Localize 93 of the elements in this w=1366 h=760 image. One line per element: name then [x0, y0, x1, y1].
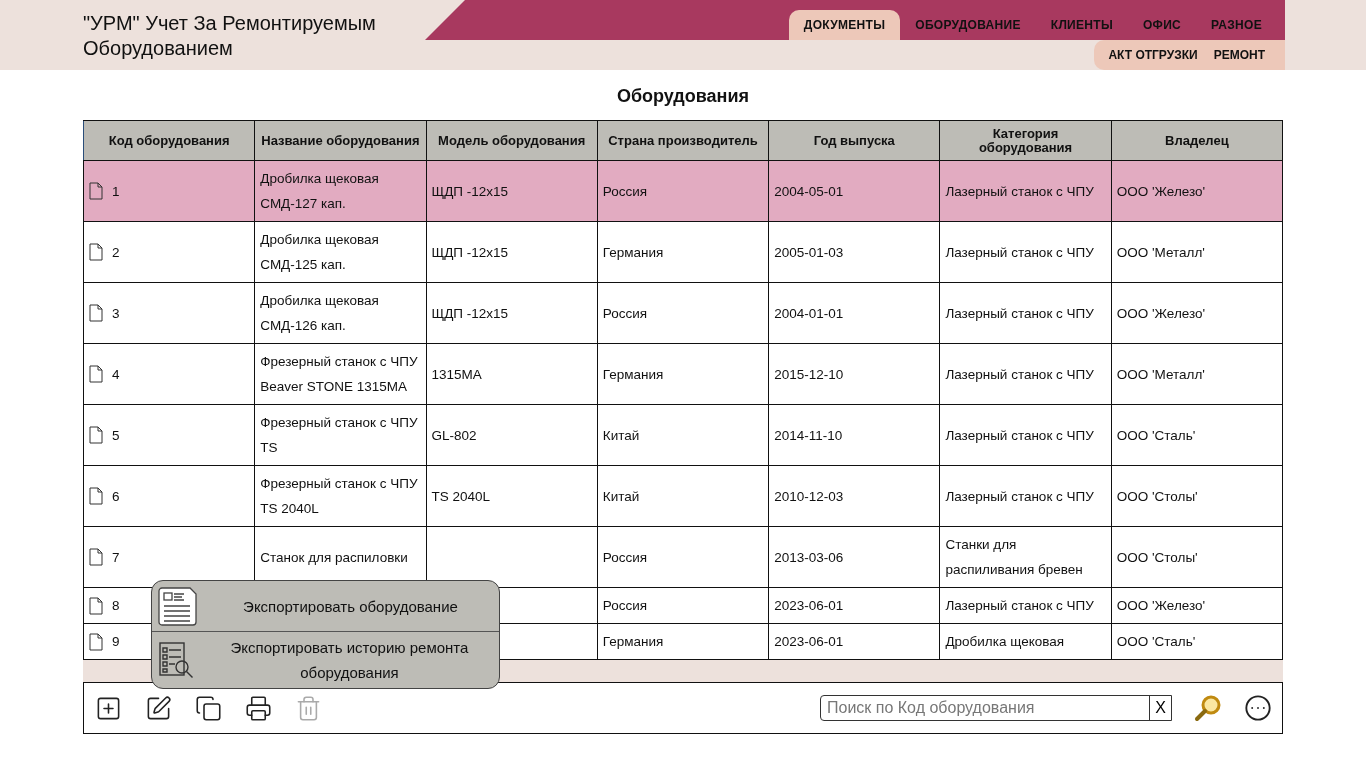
table-cell: Германия	[602, 366, 664, 382]
table-cell: 2014-11-10	[774, 427, 843, 443]
table-cell-text: 2	[112, 243, 120, 262]
column-header: Название оборудования	[254, 120, 427, 161]
table-cell: Лазерный станок с ЧПУ	[945, 305, 1094, 321]
table-cell: Лазерный станок с ЧПУ	[945, 244, 1094, 260]
table-cell: Китай	[602, 488, 640, 504]
table-cell-text: 8	[112, 597, 120, 615]
table-cell: ООО 'Сталь'	[1116, 634, 1196, 649]
table-cell-text: 4	[112, 365, 120, 384]
table-cell: GL-802	[431, 427, 477, 443]
table-cell: ООО 'Железо'	[1116, 598, 1206, 613]
table-row[interactable]: 1 Дробилка щековая СМД-127 кап. ЩДП -12х15 Россия 2004-05-01 Лазерный станок с ЧПУ ООО 'Железо'	[83, 160, 1283, 222]
document-icon	[89, 487, 103, 505]
table-cell-text: 5	[112, 426, 120, 445]
column-header: Модель оборудования	[426, 120, 598, 161]
table-cell: 2005-01-03	[774, 244, 844, 260]
table-cell: Дробилка щековая СМД-126 кап.	[260, 293, 379, 333]
table-cell: TS 2040L	[431, 488, 491, 504]
document-icon	[89, 426, 103, 444]
column-header: Год выпуска	[768, 120, 940, 161]
table-cell-text: 6	[112, 487, 120, 506]
document-icon	[89, 632, 103, 651]
table-cell: Россия	[602, 305, 648, 321]
table-cell: ООО 'Сталь'	[1116, 427, 1196, 443]
table-cell: Лазерный станок с ЧПУ	[945, 488, 1094, 504]
table-row[interactable]: 3 Дробилка щековая СМД-126 кап. ЩДП -12х15 Россия 2004-01-01 Лазерный станок с ЧПУ ООО 'Железо'	[83, 282, 1283, 344]
column-header: Владелец	[1111, 120, 1283, 161]
table-cell: ООО 'Железо'	[1116, 305, 1206, 321]
table-cell: Лазерный станок с ЧПУ	[945, 366, 1094, 382]
search-icon[interactable]	[1194, 694, 1222, 722]
table-cell: Фрезерный станок с ЧПУ TS	[260, 415, 418, 455]
table-cell: ЩДП -12х15	[431, 183, 509, 199]
table-cell: ЩДП -12х15	[431, 305, 509, 321]
table-cell: Фрезерный станок с ЧПУ TS 2040L	[260, 476, 418, 516]
menu-item[interactable]: Экспортировать историю ремонта оборудования	[152, 631, 499, 688]
copy-icon[interactable]	[194, 694, 222, 722]
app-title: "УРМ" Учет За Ремонтируемым Оборудованием	[83, 11, 377, 61]
table-cell: ЩДП -12х15	[431, 244, 509, 260]
column-header: Страна производитель	[597, 120, 769, 161]
table-cell: 2004-05-01	[774, 183, 844, 199]
document-icon	[89, 596, 103, 615]
search-field[interactable]: Поиск по Код оборудования X	[820, 695, 1172, 721]
table-cell: ООО 'Железо'	[1116, 183, 1206, 199]
table-row[interactable]: 4 Фрезерный станок с ЧПУ Beaver STONE 1315MA 1315MA Германия 2015-12-10 Лазерный станок с ЧПУ ООО 'Металл'	[83, 343, 1283, 405]
page-title: Оборудования	[615, 85, 751, 108]
sub-nav-tab[interactable]: РЕМОНТ	[1205, 48, 1273, 62]
table-cell: ООО 'Металл'	[1116, 244, 1205, 260]
table-cell: Станки для распиливания бревен	[945, 537, 1083, 577]
document-card-icon	[158, 586, 198, 626]
table-cell: Россия	[602, 598, 648, 613]
nav-tab[interactable]: ДОКУМЕНТЫ	[788, 10, 901, 40]
table-cell-text: 3	[112, 304, 120, 323]
table-row[interactable]: 6 Фрезерный станок с ЧПУ TS 2040L TS 2040L Китай 2010-12-03 Лазерный станок с ЧПУ ООО 'Столы'	[83, 465, 1283, 527]
table-cell: 1315MA	[431, 366, 482, 382]
table-cell: Китай	[602, 427, 640, 443]
table-cell: Германия	[602, 244, 664, 260]
column-header: Код оборудования	[83, 120, 255, 161]
more-icon[interactable]	[1244, 694, 1272, 722]
table-row[interactable]: 7 Станок для распиловки Россия 2013-03-06 Станки для распиливания бревен ООО 'Столы'	[83, 526, 1283, 588]
table-cell: ООО 'Металл'	[1116, 366, 1205, 382]
table-cell: ООО 'Столы'	[1116, 488, 1198, 504]
document-icon	[89, 304, 103, 322]
table-cell: Россия	[602, 549, 648, 565]
table-cell-text: 9	[112, 633, 120, 651]
table-cell: 2004-01-01	[774, 305, 844, 321]
table-cell-text: 7	[112, 548, 120, 567]
table-cell: 2023-06-01	[774, 598, 844, 613]
table-row[interactable]: 5 Фрезерный станок с ЧПУ TS GL-802 Китай 2014-11-10 Лазерный станок с ЧПУ ООО 'Сталь'	[83, 404, 1283, 466]
table-row[interactable]: 2 Дробилка щековая СМД-125 кап. ЩДП -12х15 Германия 2005-01-03 Лазерный станок с ЧПУ ООО 'Металл'	[83, 221, 1283, 283]
table-cell: Фрезерный станок с ЧПУ Beaver STONE 1315MA	[260, 354, 418, 394]
table-cell: Лазерный станок с ЧПУ	[945, 183, 1094, 199]
table-cell: Германия	[602, 634, 664, 649]
document-icon	[89, 365, 103, 383]
table-cell: Дробилка щековая СМД-127 кап.	[260, 171, 379, 211]
printer-icon[interactable]	[244, 694, 272, 722]
table-cell-text: 1	[112, 182, 120, 201]
document-icon	[89, 548, 103, 566]
table-cell: 2013-03-06	[774, 549, 844, 565]
table-cell: Россия	[602, 183, 648, 199]
table-cell: ООО 'Столы'	[1116, 549, 1198, 565]
column-header: Категория оборудования	[939, 120, 1112, 161]
table-cell: Лазерный станок с ЧПУ	[945, 427, 1094, 443]
table-cell: Дробилка щековая	[945, 634, 1065, 649]
sub-nav-tab[interactable]: АКТ ОТГРУЗКИ	[1100, 48, 1206, 62]
table-cell: Дробилка щековая СМД-125 кап.	[260, 232, 379, 272]
table-cell: Станок для распиловки	[260, 549, 408, 565]
document-icon	[89, 182, 103, 200]
document-icon	[89, 243, 103, 261]
table-cell: 2010-12-03	[774, 488, 844, 504]
table-cell: 2015-12-10	[774, 366, 844, 382]
table-cell: 2023-06-01	[774, 634, 844, 649]
table-cell: Лазерный станок с ЧПУ	[945, 598, 1094, 613]
